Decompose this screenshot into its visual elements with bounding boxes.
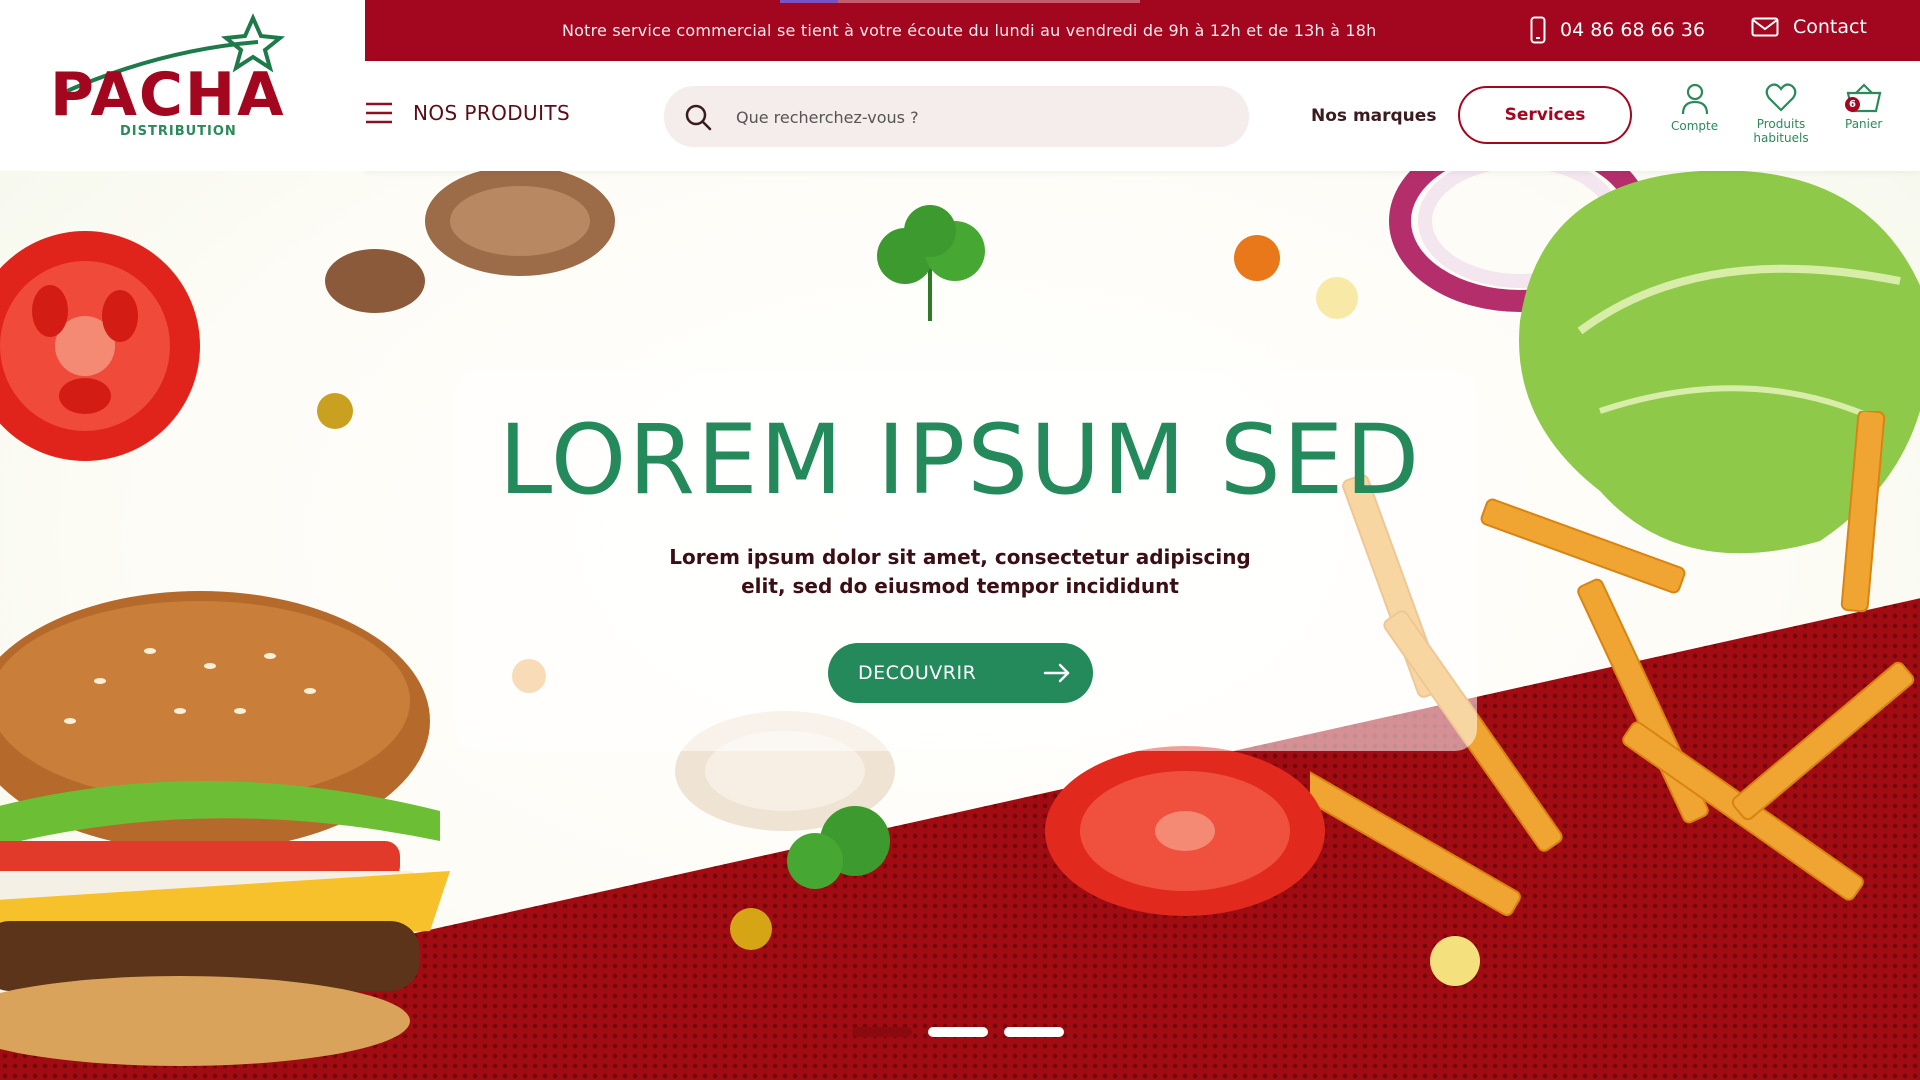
hamburger-icon: [366, 102, 392, 124]
account-label: Compte: [1671, 119, 1719, 133]
hero-subtitle: Lorem ipsum dolor sit amet, consectetur …: [0, 543, 1920, 601]
favorites-label: Produits habituels: [1753, 117, 1809, 146]
brands-link[interactable]: Nos marques: [1311, 106, 1436, 126]
phone-link[interactable]: 04 86 68 66 36: [1530, 16, 1705, 44]
pacha-logo-mark: PACHA: [50, 13, 286, 128]
phone-number: 04 86 68 66 36: [1560, 19, 1706, 41]
products-menu-button[interactable]: NOS PRODUITS: [365, 101, 570, 125]
hero-title: LOREM IPSUM SED: [498, 404, 1422, 516]
hero-subtitle-line-2: elit, sed do eiusmod tempor incididunt: [741, 574, 1179, 598]
slide-progress-fill: [780, 0, 838, 3]
top-info-bar: Notre service commercial se tient à votr…: [365, 0, 1920, 61]
carousel-pagination: [852, 1027, 1064, 1037]
cart-count-badge: 6: [1845, 97, 1860, 112]
discover-button[interactable]: DECOUVRIR: [828, 643, 1093, 703]
carousel-dot-2[interactable]: [928, 1027, 988, 1037]
corn-kernel-image: [1430, 936, 1480, 986]
discover-button-label: DECOUVRIR: [858, 662, 977, 684]
arrow-right-icon: [1043, 663, 1070, 683]
brand-subtitle: DISTRIBUTION: [120, 124, 237, 139]
opening-hours-message: Notre service commercial se tient à votr…: [562, 21, 1377, 40]
brand-name: PACHA: [50, 60, 286, 128]
meat-pieces-image: [325, 171, 615, 313]
contact-label: Contact: [1793, 16, 1867, 38]
sauce-drop-image: [1234, 235, 1280, 281]
hero-banner: LOREM IPSUM SED Lorem ipsum dolor sit am…: [0, 171, 1920, 1080]
search-input[interactable]: [734, 100, 1218, 134]
phone-icon: [1530, 16, 1546, 44]
corn-kernel-image: [730, 908, 772, 950]
main-navbar: NOS PRODUITS Nos marques Services Compte…: [365, 61, 1920, 171]
heart-icon: [1765, 83, 1797, 112]
search-icon[interactable]: [684, 103, 712, 131]
user-icon: [1681, 83, 1708, 115]
products-menu-label: NOS PRODUITS: [413, 101, 571, 125]
contact-link[interactable]: Contact: [1751, 16, 1867, 38]
slide-progress: [780, 0, 1140, 3]
account-button[interactable]: Compte: [1671, 83, 1718, 133]
services-button[interactable]: Services: [1458, 86, 1632, 144]
cart-label: Panier: [1845, 117, 1883, 131]
mayo-drop-image: [1316, 277, 1358, 319]
cart-button[interactable]: 6 Panier: [1845, 83, 1882, 131]
favorites-button[interactable]: Produits habituels: [1749, 83, 1813, 146]
carousel-dot-1[interactable]: [852, 1027, 912, 1037]
logo[interactable]: PACHA DISTRIBUTION: [0, 0, 365, 171]
carousel-dot-3[interactable]: [1004, 1027, 1064, 1037]
hero-subtitle-line-1: Lorem ipsum dolor sit amet, consectetur …: [669, 545, 1251, 569]
search-bar[interactable]: [664, 86, 1249, 147]
burger-image: [0, 591, 450, 1066]
mail-icon: [1751, 17, 1779, 37]
parsley-image: [877, 205, 985, 321]
tomato-slice-image: [1045, 746, 1325, 916]
